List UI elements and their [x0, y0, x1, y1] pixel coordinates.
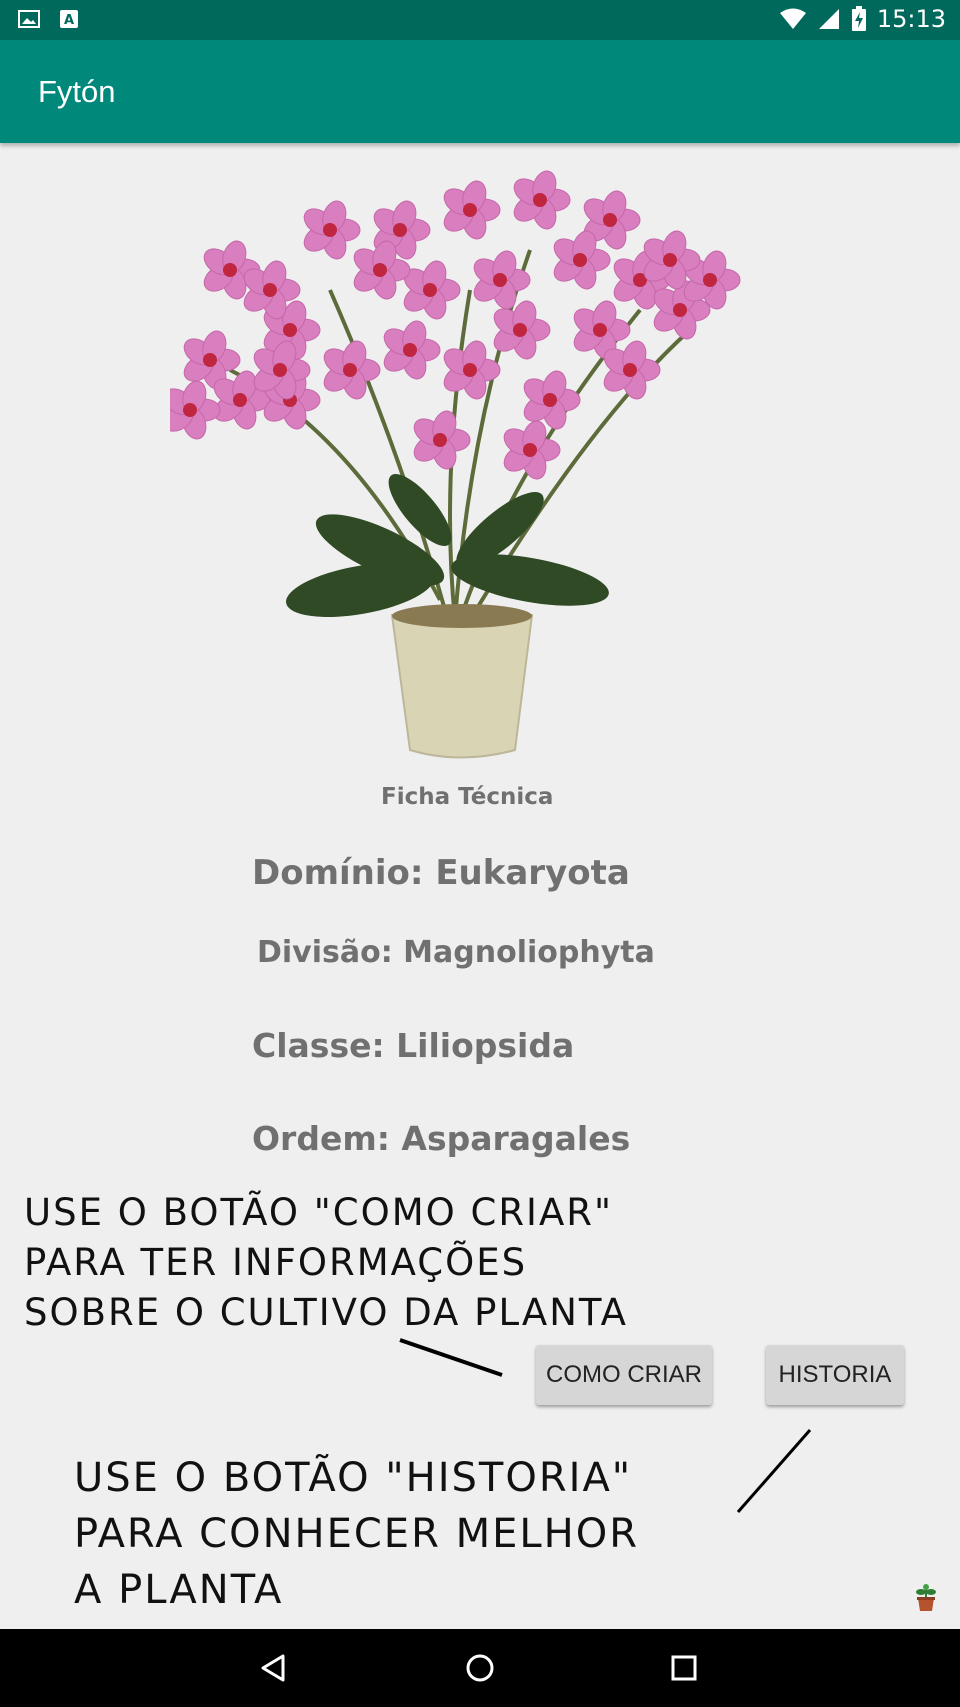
app-title: Fytón — [38, 74, 116, 109]
divisao-label: Divisão: Magnoliophyta — [257, 935, 655, 970]
annotation-line: USE O BOTÃO "COMO CRIAR" — [24, 1191, 613, 1234]
image-icon — [18, 10, 40, 28]
ordem-label: Ordem: Asparagales — [252, 1119, 631, 1158]
wifi-icon — [779, 8, 806, 29]
recents-icon[interactable] — [664, 1648, 704, 1688]
text-a-icon: A — [60, 10, 78, 28]
cellular-signal-icon — [818, 9, 839, 29]
navigation-bar — [0, 1629, 960, 1707]
classe-label: Classe: Liliopsida — [252, 1026, 575, 1065]
status-time: 15:13 — [876, 5, 946, 33]
orchid-flower — [523, 370, 581, 430]
back-icon[interactable] — [255, 1648, 295, 1688]
status-bar: A 15:13 — [0, 0, 960, 40]
app-bar: Fytón — [0, 40, 960, 143]
annotation-line: USE O BOTÃO "HISTORIA" — [74, 1455, 633, 1501]
orchid-flower — [443, 180, 501, 240]
dominio-label: Domínio: Eukaryota — [252, 853, 630, 893]
annotation-como-criar: USE O BOTÃO "COMO CRIAR" PARA TER INFORM… — [24, 1188, 628, 1338]
annotation-line: PARA CONHECER MELHOR — [74, 1511, 639, 1557]
annotation-line: SOBRE O CULTIVO DA PLANTA — [24, 1291, 628, 1334]
orchid-flower — [303, 200, 361, 260]
orchid-plant-image — [170, 170, 741, 759]
orchid-flower — [473, 250, 531, 310]
pointer-line-historia — [736, 1429, 812, 1513]
como-criar-button[interactable]: COMO CRIAR — [536, 1345, 712, 1405]
svg-text:A: A — [64, 13, 74, 28]
battery-icon — [851, 6, 866, 31]
annotation-line: A PLANTA — [74, 1567, 284, 1613]
orchid-flower — [383, 320, 441, 380]
ficha-tecnica-title: Ficha Técnica — [381, 784, 554, 810]
orchid-flower — [413, 410, 471, 470]
annotation-line: PARA TER INFORMAÇÕES — [24, 1241, 528, 1284]
small-plant-icon — [916, 1584, 936, 1611]
home-icon[interactable] — [460, 1648, 500, 1688]
historia-button[interactable]: HISTORIA — [766, 1345, 904, 1405]
orchid-flower — [503, 420, 561, 480]
orchid-flower — [513, 170, 571, 230]
annotation-historia: USE O BOTÃO "HISTORIA" PARA CONHECER MEL… — [74, 1450, 639, 1618]
pointer-line-como-criar — [399, 1338, 503, 1377]
